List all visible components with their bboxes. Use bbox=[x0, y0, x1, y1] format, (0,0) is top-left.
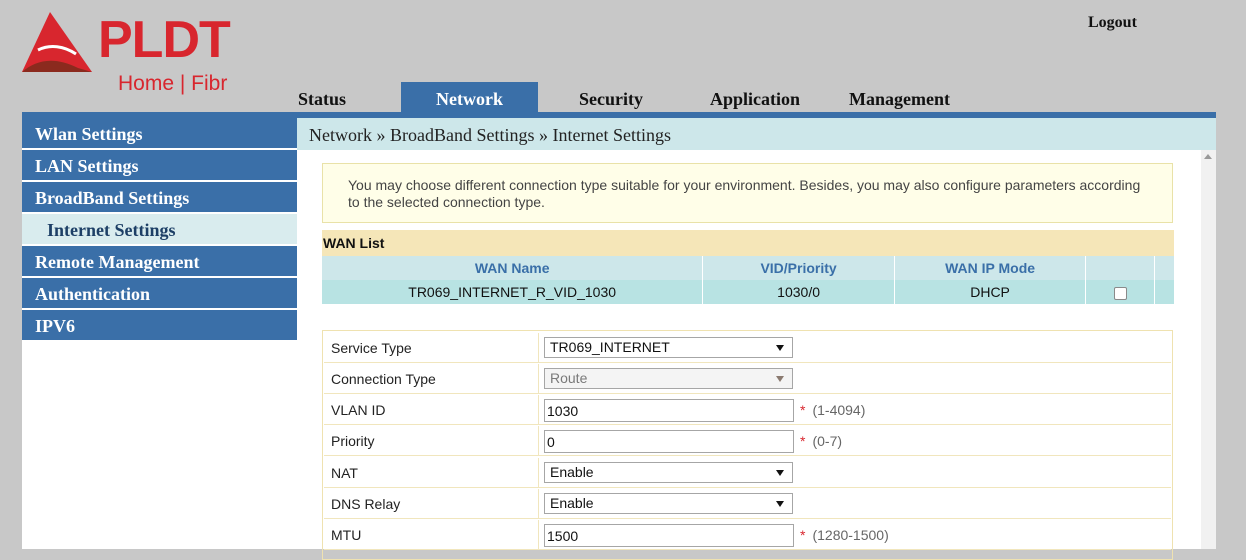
mtu-label: MTU bbox=[331, 527, 362, 543]
row-divider bbox=[538, 333, 539, 362]
connection-type-label: Connection Type bbox=[331, 371, 436, 387]
connection-type-value: Route bbox=[550, 370, 588, 386]
sidebar-item-lan-settings[interactable]: LAN Settings bbox=[22, 150, 297, 182]
row-divider bbox=[538, 395, 539, 424]
dns-relay-row: DNS Relay Enable bbox=[324, 489, 1171, 519]
row-divider bbox=[538, 458, 539, 487]
sidebar-item-remote-management[interactable]: Remote Management bbox=[22, 246, 297, 278]
sidebar-item-broadband-settings[interactable]: BroadBand Settings bbox=[22, 182, 297, 214]
wan-list-title: WAN List bbox=[322, 230, 1174, 256]
dns-relay-select[interactable]: Enable bbox=[544, 493, 793, 514]
dropdown-arrow-icon bbox=[776, 345, 784, 351]
column-header-wan-ip-mode: WAN IP Mode bbox=[894, 256, 1087, 280]
required-marker: * bbox=[800, 433, 806, 449]
spacer-cell bbox=[1154, 280, 1174, 304]
connection-type-row: Connection Type Route bbox=[324, 364, 1171, 394]
tab-status[interactable]: Status bbox=[298, 82, 346, 112]
mtu-hint: * (1280-1500) bbox=[800, 520, 889, 551]
sidebar-item-ipv6[interactable]: IPV6 bbox=[22, 310, 297, 342]
nat-select[interactable]: Enable bbox=[544, 462, 793, 483]
vertical-scrollbar[interactable] bbox=[1201, 150, 1216, 549]
mtu-input[interactable] bbox=[544, 524, 794, 547]
logo-wordmark: PLDT bbox=[98, 11, 231, 69]
priority-label: Priority bbox=[331, 433, 375, 449]
nat-value: Enable bbox=[550, 464, 594, 480]
column-header-spacer bbox=[1154, 256, 1174, 280]
sidebar-item-wlan-settings[interactable]: Wlan Settings bbox=[22, 118, 297, 150]
logo-mark-icon bbox=[22, 12, 92, 72]
wan-ip-mode-cell: DHCP bbox=[894, 280, 1087, 304]
wan-list: WAN List WAN Name VID/Priority WAN IP Mo… bbox=[322, 230, 1174, 304]
service-type-select[interactable]: TR069_INTERNET bbox=[544, 337, 793, 358]
wan-table: WAN Name VID/Priority WAN IP Mode TR069_… bbox=[322, 256, 1174, 304]
vlan-id-label: VLAN ID bbox=[331, 402, 386, 418]
main-content: Network » BroadBand Settings » Internet … bbox=[297, 118, 1216, 560]
info-box: You may choose different connection type… bbox=[322, 163, 1173, 223]
vlan-id-row: VLAN ID * (1-4094) bbox=[324, 395, 1171, 425]
logo-subtitle: Home | Fibr bbox=[118, 72, 228, 95]
vlan-id-input[interactable] bbox=[544, 399, 794, 422]
column-header-select bbox=[1085, 256, 1156, 280]
priority-range: (0-7) bbox=[812, 433, 843, 449]
required-marker: * bbox=[800, 527, 806, 543]
wan-row-checkbox[interactable] bbox=[1113, 286, 1127, 300]
dropdown-arrow-icon bbox=[776, 376, 784, 382]
wan-name-cell: TR069_INTERNET_R_VID_1030 bbox=[322, 280, 704, 304]
service-type-value: TR069_INTERNET bbox=[550, 339, 670, 355]
select-cell bbox=[1085, 280, 1156, 304]
nat-label: NAT bbox=[331, 465, 358, 481]
pldt-logo: PLDT Home | Fibr bbox=[20, 8, 260, 100]
service-type-label: Service Type bbox=[331, 340, 412, 356]
breadcrumb: Network » BroadBand Settings » Internet … bbox=[297, 118, 1216, 150]
vlan-id-hint: * (1-4094) bbox=[800, 395, 865, 426]
wan-config-form: Service Type TR069_INTERNET Connection T… bbox=[322, 330, 1173, 560]
dns-relay-value: Enable bbox=[550, 495, 594, 511]
wan-table-header: WAN Name VID/Priority WAN IP Mode bbox=[322, 256, 1174, 280]
scroll-up-arrow-icon[interactable] bbox=[1204, 154, 1212, 159]
service-type-row: Service Type TR069_INTERNET bbox=[324, 333, 1171, 363]
dropdown-arrow-icon bbox=[776, 470, 784, 476]
logout-link[interactable]: Logout bbox=[1088, 14, 1137, 32]
table-row[interactable]: TR069_INTERNET_R_VID_1030 1030/0 DHCP bbox=[322, 280, 1174, 304]
priority-input[interactable] bbox=[544, 430, 794, 453]
priority-row: Priority * (0-7) bbox=[324, 426, 1171, 456]
mtu-range: (1280-1500) bbox=[812, 527, 889, 543]
dropdown-arrow-icon bbox=[776, 501, 784, 507]
tab-network[interactable]: Network bbox=[401, 82, 538, 112]
row-divider bbox=[538, 489, 539, 518]
sidebar: Wlan Settings LAN Settings BroadBand Set… bbox=[22, 118, 297, 549]
mtu-row: MTU * (1280-1500) bbox=[324, 520, 1171, 550]
dns-relay-label: DNS Relay bbox=[331, 496, 401, 512]
vlan-id-range: (1-4094) bbox=[812, 402, 866, 418]
tab-application[interactable]: Application bbox=[710, 82, 800, 112]
nat-row: NAT Enable bbox=[324, 458, 1171, 488]
row-divider bbox=[538, 426, 539, 455]
connection-type-select: Route bbox=[544, 368, 793, 389]
required-marker: * bbox=[800, 402, 806, 418]
row-divider bbox=[538, 364, 539, 393]
tab-security[interactable]: Security bbox=[579, 82, 643, 112]
row-divider bbox=[538, 520, 539, 549]
vid-priority-cell: 1030/0 bbox=[702, 280, 895, 304]
column-header-wan-name: WAN Name bbox=[322, 256, 704, 280]
tab-management[interactable]: Management bbox=[849, 82, 950, 112]
sidebar-item-internet-settings[interactable]: Internet Settings bbox=[22, 214, 297, 246]
sidebar-item-authentication[interactable]: Authentication bbox=[22, 278, 297, 310]
priority-hint: * (0-7) bbox=[800, 426, 842, 457]
column-header-vid-priority: VID/Priority bbox=[702, 256, 895, 280]
